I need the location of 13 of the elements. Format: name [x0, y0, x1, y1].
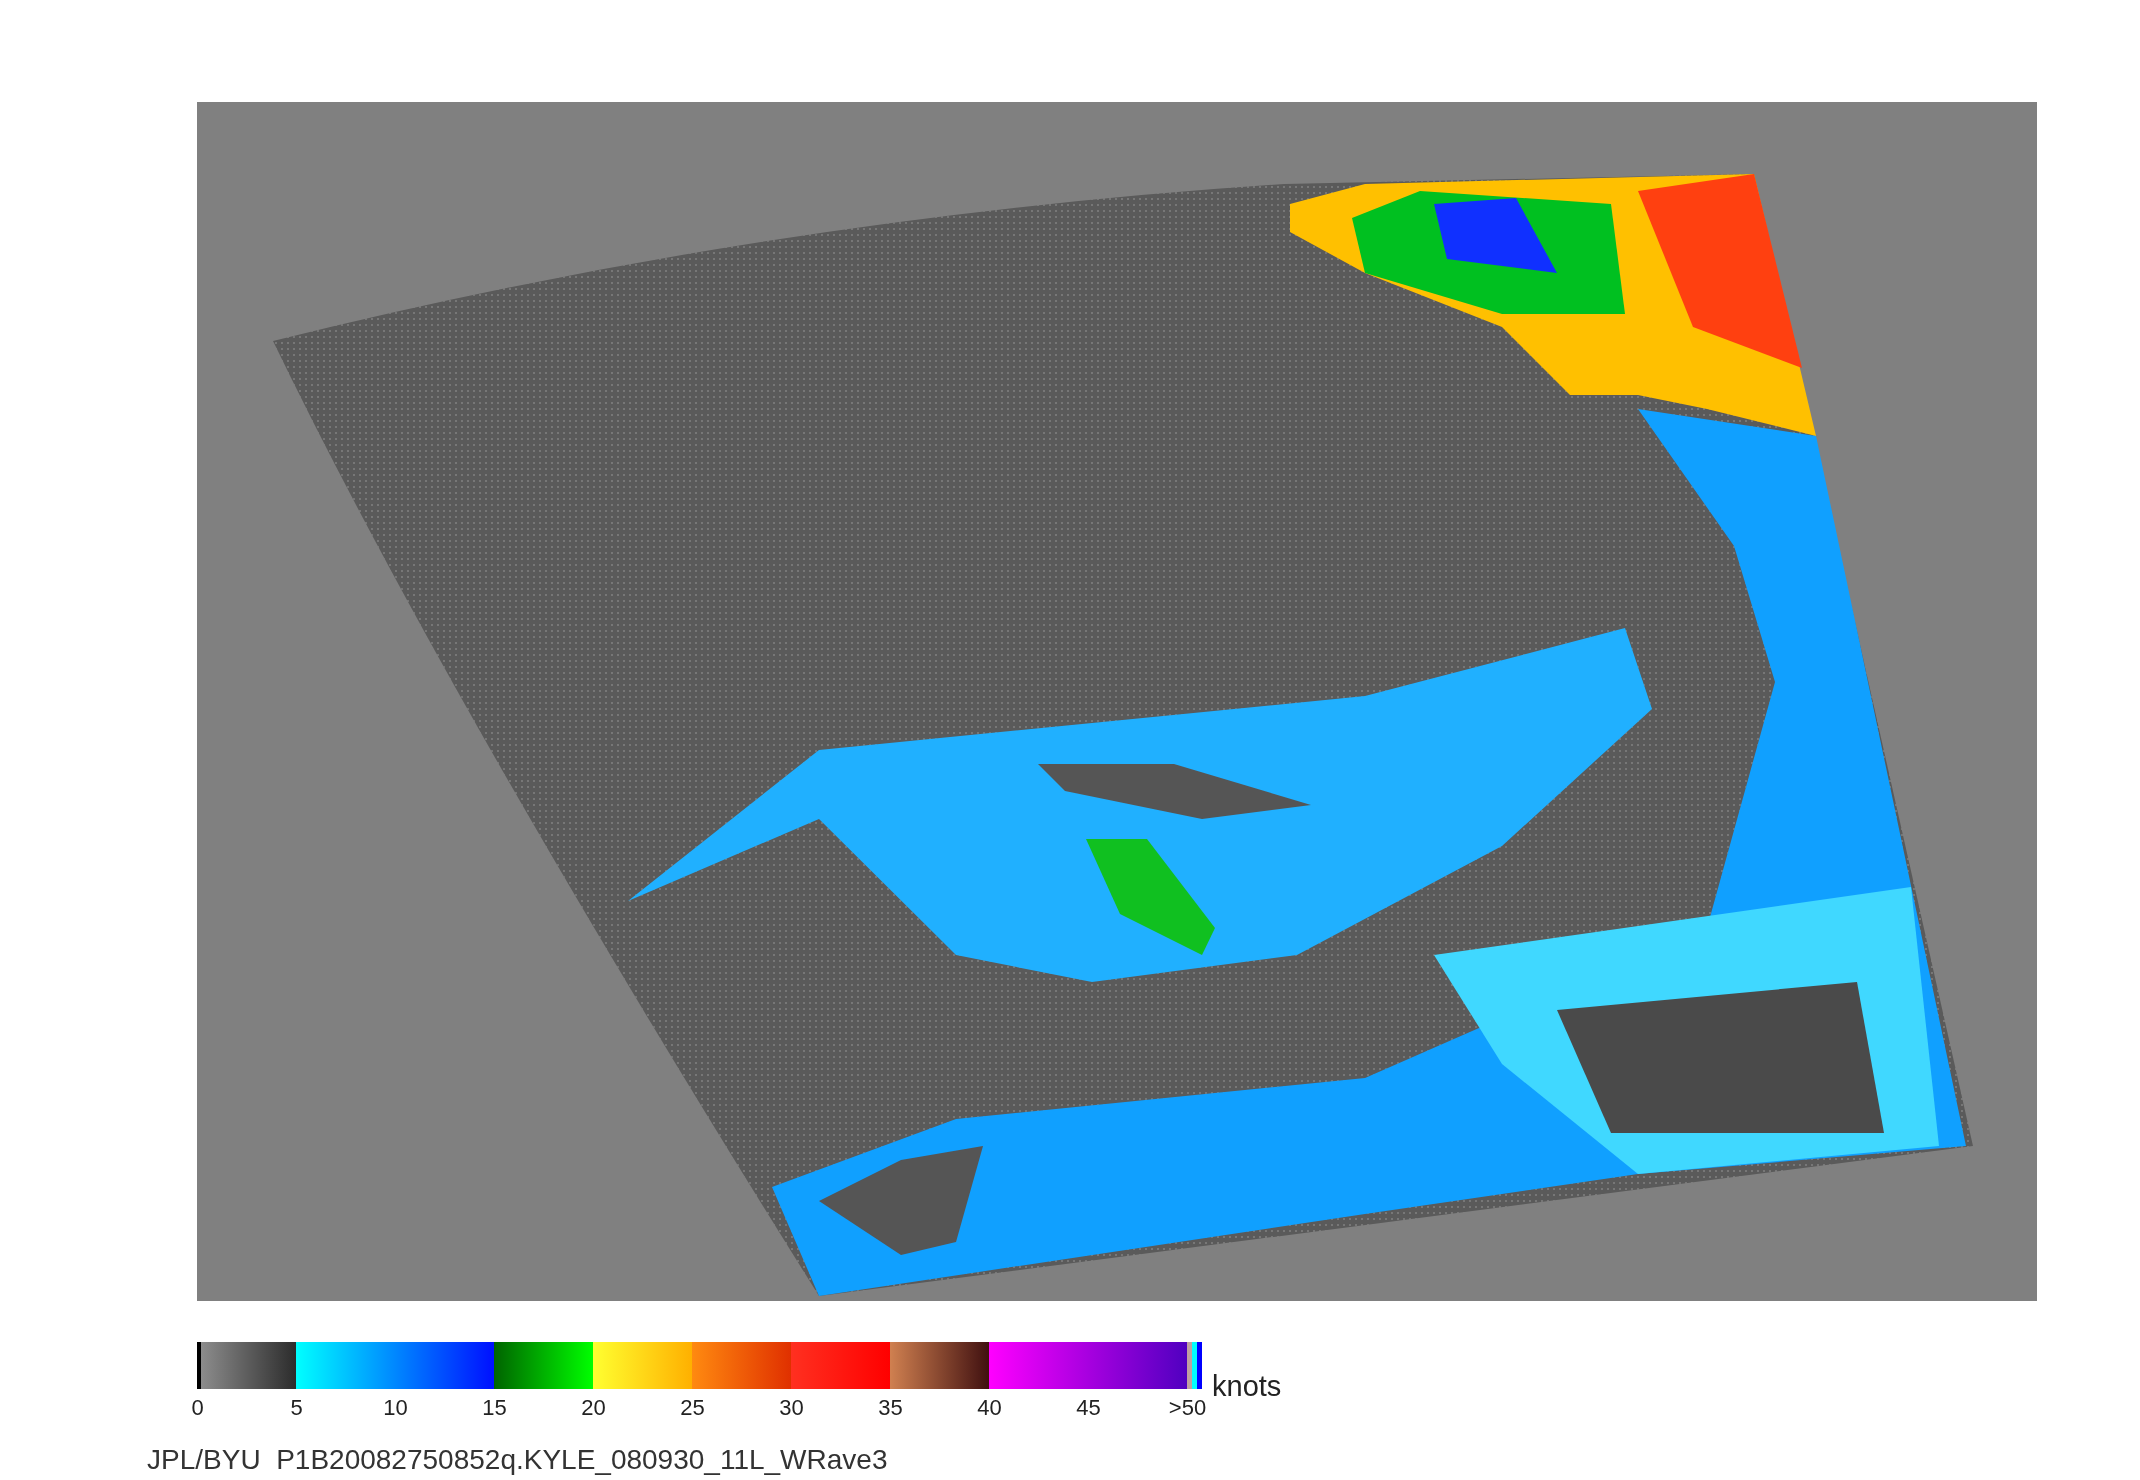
tick-label: 10	[382, 1395, 409, 1421]
tick-label: 40	[976, 1395, 1003, 1421]
tick-label: 0	[190, 1395, 205, 1421]
tick-label: 20	[580, 1395, 607, 1421]
tick-label: >50	[1167, 1395, 1208, 1421]
unit-label: knots	[1212, 1372, 1282, 1401]
tick-label: 45	[1075, 1395, 1102, 1421]
caption-text: JPL/BYU P1B20082750852q.KYLE_080930_11L_WRave3	[147, 1444, 888, 1475]
tick-label: 35	[877, 1395, 904, 1421]
tick-label: 5	[289, 1395, 304, 1421]
tick-label: 25	[679, 1395, 706, 1421]
tick-label: 15	[481, 1395, 508, 1421]
tick-label: 30	[778, 1395, 805, 1421]
